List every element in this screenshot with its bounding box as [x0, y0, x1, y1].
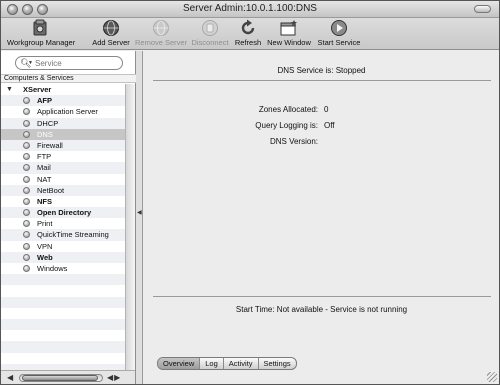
service-status-icon — [23, 253, 30, 261]
splitter-grip-icon[interactable]: ◀ — [137, 209, 142, 216]
zones-allocated-label: Zones Allocated: — [258, 105, 318, 114]
service-status-icon — [23, 186, 30, 194]
remove-server-button[interactable]: Remove Server — [135, 19, 187, 47]
service-status-icon — [23, 97, 30, 105]
refresh-button[interactable]: Refresh — [234, 19, 262, 47]
zones-allocated-value: 0 — [324, 105, 329, 114]
server-service-list: ▼ XServer AFP Application Server DHCP DN… — [1, 84, 125, 370]
service-status-icon — [23, 265, 30, 272]
add-server-button[interactable]: Add Server — [90, 19, 132, 47]
service-status-icon — [23, 175, 30, 183]
disconnect-icon — [202, 20, 218, 36]
service-row-dns[interactable]: DNS — [1, 128, 125, 140]
scroll-track[interactable] — [19, 374, 103, 382]
scroll-thumb[interactable] — [22, 375, 98, 381]
workgroup-manager-icon — [33, 19, 47, 36]
service-status-icon — [23, 164, 30, 172]
service-status-icon — [23, 242, 30, 250]
empty-row — [1, 341, 125, 353]
service-status-icon — [23, 231, 30, 239]
service-row-ftp[interactable]: FTP — [1, 151, 125, 162]
server-row[interactable]: ▼ XServer — [1, 84, 125, 96]
title-bar[interactable]: Server Admin:10.0.1.100:DNS — [1, 1, 499, 18]
service-search-field[interactable]: 🔍︎ ▼ — [15, 56, 123, 70]
service-status-icon — [23, 209, 30, 217]
top-divider — [153, 80, 491, 81]
service-row-print[interactable]: Print — [1, 218, 125, 229]
tab-log[interactable]: Log — [200, 358, 224, 369]
toolbar: Workgroup Manager Add Server Remove Serv… — [1, 18, 499, 50]
query-logging-label: Query Logging is: — [255, 121, 318, 130]
disclosure-triangle-icon[interactable]: ▼ — [6, 84, 13, 95]
main-panel: DNS Service is: Stopped Zones Allocated:… — [144, 51, 499, 384]
service-row-nfs[interactable]: NFS — [1, 196, 125, 207]
empty-row — [1, 330, 125, 341]
dns-version-label: DNS Version: — [269, 137, 318, 146]
empty-row — [1, 285, 125, 296]
sidebar-vertical-scrollbar[interactable] — [125, 84, 135, 370]
empty-row — [1, 353, 125, 364]
start-time-text: Start Time: Not available - Service is n… — [235, 305, 408, 314]
service-row-afp[interactable]: AFP — [1, 95, 125, 107]
new-window-button[interactable]: New Window — [267, 19, 311, 47]
empty-row — [1, 296, 125, 308]
service-row-application-server[interactable]: Application Server — [1, 106, 125, 117]
view-tabs: Overview Log Activity Settings — [157, 357, 297, 370]
service-row-windows[interactable]: Windows — [1, 263, 125, 274]
query-logging-value: Off — [324, 121, 335, 130]
empty-row — [1, 318, 125, 331]
service-row-quicktime-streaming[interactable]: QuickTime Streaming — [1, 229, 125, 241]
remove-server-icon — [153, 20, 169, 36]
disconnect-button[interactable]: Disconnect — [189, 19, 231, 47]
add-server-icon — [103, 20, 119, 36]
service-row-web[interactable]: Web — [1, 251, 125, 263]
service-status-icon — [23, 130, 30, 138]
service-row-firewall[interactable]: Firewall — [1, 139, 125, 152]
service-status-icon — [23, 119, 30, 127]
tab-overview[interactable]: Overview — [158, 358, 201, 369]
empty-row — [1, 274, 125, 286]
bottom-divider — [153, 296, 491, 297]
new-window-icon — [280, 20, 297, 36]
sidebar-horizontal-scrollbar[interactable]: ◀ ◀▶ — [1, 370, 135, 384]
service-row-vpn[interactable]: VPN — [1, 241, 125, 252]
service-row-dhcp[interactable]: DHCP — [1, 117, 125, 129]
computers-services-header: Computers & Services — [1, 74, 136, 83]
scroll-arrows-icon[interactable]: ◀▶ — [107, 373, 121, 382]
start-service-icon — [331, 20, 347, 36]
service-status-icon — [23, 141, 30, 149]
empty-row — [1, 308, 125, 319]
service-status-text: DNS Service is: Stopped — [277, 66, 366, 75]
pane-splitter[interactable]: ◀ — [136, 51, 143, 384]
refresh-icon — [241, 19, 255, 35]
window-resize-grip[interactable] — [487, 372, 497, 382]
server-admin-window: Server Admin:10.0.1.100:DNS Workgroup Ma… — [0, 0, 500, 385]
workgroup-manager-button[interactable]: Workgroup Manager — [7, 19, 75, 47]
service-status-icon — [23, 220, 30, 228]
start-service-button[interactable]: Start Service — [316, 19, 362, 47]
sidebar: 🔍︎ ▼ Computers & Services ▼ XServer AFP … — [1, 51, 136, 384]
toolbar-toggle-button[interactable] — [474, 5, 491, 13]
tab-settings[interactable]: Settings — [259, 358, 296, 369]
service-status-icon — [23, 153, 30, 161]
service-row-open-directory[interactable]: Open Directory — [1, 207, 125, 219]
service-search-input[interactable] — [35, 58, 119, 69]
service-row-mail[interactable]: Mail — [1, 162, 125, 174]
scroll-left-arrow-icon[interactable]: ◀ — [7, 373, 13, 382]
service-row-netboot[interactable]: NetBoot — [1, 184, 125, 196]
window-title: Server Admin:10.0.1.100:DNS — [183, 3, 317, 14]
service-status-icon — [23, 197, 30, 205]
service-status-icon — [23, 108, 30, 116]
search-menu-arrow-icon[interactable]: ▼ — [28, 60, 33, 66]
service-row-nat[interactable]: NAT — [1, 174, 125, 185]
tab-activity[interactable]: Activity — [224, 358, 259, 369]
